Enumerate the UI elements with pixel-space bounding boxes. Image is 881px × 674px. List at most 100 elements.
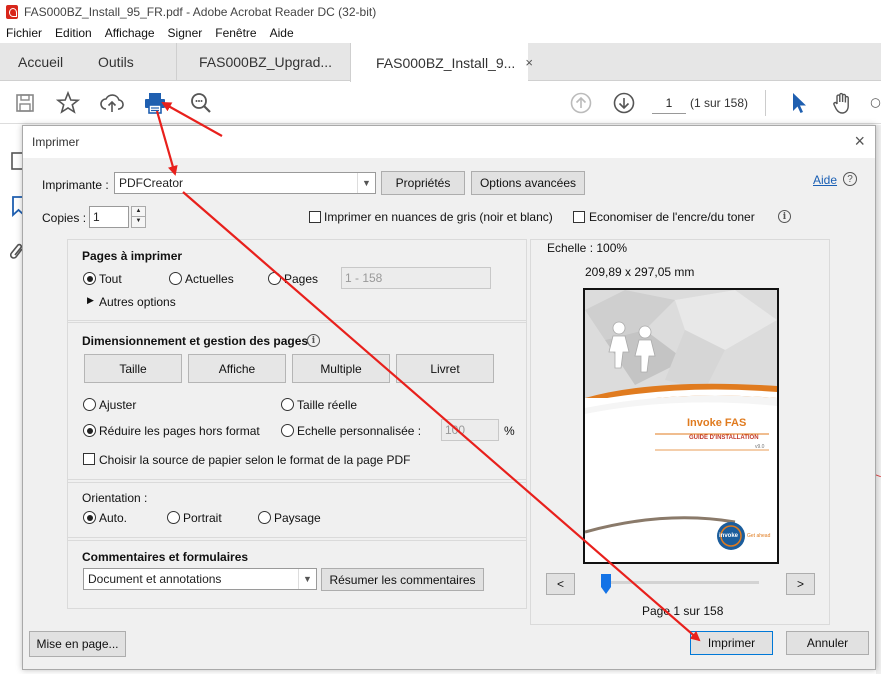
comments-select[interactable]: Document et annotations ▼ bbox=[83, 568, 317, 590]
menu-sign[interactable]: Signer bbox=[168, 26, 203, 40]
save-icon[interactable] bbox=[12, 90, 38, 116]
more-options-toggle[interactable]: Autres options bbox=[99, 295, 176, 309]
page-range-input[interactable]: 1 - 158 bbox=[341, 267, 491, 289]
sizing-info-icon[interactable]: i bbox=[307, 334, 320, 347]
orientation-title: Orientation : bbox=[82, 491, 148, 505]
comments-value: Document et annotations bbox=[88, 572, 222, 586]
preview-doc-version: v9.0 bbox=[755, 444, 765, 450]
current-page-label: Actuelles bbox=[185, 272, 234, 286]
cancel-button[interactable]: Annuler bbox=[786, 631, 869, 655]
toolbar-divider bbox=[765, 90, 766, 116]
tab-bar: Accueil Outils FAS000BZ_Upgrad... FAS000… bbox=[0, 43, 881, 82]
paper-source-label: Choisir la source de papier selon le for… bbox=[99, 453, 411, 467]
radio-actual-size[interactable] bbox=[281, 398, 294, 411]
grayscale-checkbox[interactable] bbox=[309, 211, 321, 223]
radio-custom-scale[interactable] bbox=[281, 424, 294, 437]
tab-label: FAS000BZ_Upgrad... bbox=[199, 54, 333, 70]
dialog-title-bar: Imprimer × bbox=[23, 126, 875, 158]
tab-document-install[interactable]: FAS000BZ_Install_9... × bbox=[350, 43, 533, 82]
upload-cloud-icon[interactable] bbox=[99, 90, 125, 116]
page-number-input[interactable]: 1 bbox=[652, 92, 686, 114]
sizing-section-title: Dimensionnement et gestion des pages bbox=[82, 334, 309, 348]
title-bar: FAS000BZ_Install_95_FR.pdf - Adobe Acrob… bbox=[0, 0, 881, 23]
stepper-down-icon[interactable]: ▼ bbox=[131, 217, 146, 228]
radio-current-page[interactable] bbox=[169, 272, 182, 285]
preview-doc-subtitle: GUIDE D'INSTALLATION bbox=[689, 435, 759, 441]
comments-section-title: Commentaires et formulaires bbox=[82, 550, 249, 564]
star-bookmark-icon[interactable] bbox=[55, 90, 81, 116]
expand-triangle-icon[interactable]: ▶ bbox=[87, 295, 94, 306]
info-icon[interactable]: i bbox=[778, 210, 791, 223]
save-ink-checkbox[interactable] bbox=[573, 211, 585, 223]
menu-file[interactable]: Fichier bbox=[6, 26, 42, 40]
advanced-options-button[interactable]: Options avancées bbox=[471, 171, 585, 195]
preview-logo-text: invoke bbox=[719, 533, 739, 539]
menu-view[interactable]: Affichage bbox=[105, 26, 155, 40]
multiple-button[interactable]: Multiple bbox=[292, 354, 390, 383]
page-preview: Invoke FAS GUIDE D'INSTALLATION v9.0 inv… bbox=[583, 288, 779, 564]
preview-slider-track[interactable] bbox=[601, 581, 759, 584]
previous-page-icon[interactable] bbox=[568, 90, 594, 116]
document-area bbox=[876, 125, 881, 674]
poster-button[interactable]: Affiche bbox=[188, 354, 286, 383]
tab-label: FAS000BZ_Install_9... bbox=[376, 54, 516, 71]
radio-orientation-auto[interactable] bbox=[83, 511, 96, 524]
preview-doc-title: Invoke FAS bbox=[687, 417, 747, 429]
window-title: FAS000BZ_Install_95_FR.pdf - Adobe Acrob… bbox=[24, 4, 377, 19]
printer-label: Imprimante : bbox=[42, 178, 109, 192]
custom-scale-input[interactable]: 100 bbox=[441, 419, 499, 441]
booklet-button[interactable]: Livret bbox=[396, 354, 494, 383]
print-icon[interactable] bbox=[142, 90, 168, 116]
properties-button[interactable]: Propriétés bbox=[381, 171, 465, 195]
actual-size-label: Taille réelle bbox=[297, 398, 358, 412]
zoom-search-icon[interactable] bbox=[188, 90, 214, 116]
next-page-icon[interactable] bbox=[611, 90, 637, 116]
menu-edit[interactable]: Edition bbox=[55, 26, 92, 40]
save-ink-label: Economiser de l'encre/du toner bbox=[589, 210, 755, 224]
printer-select[interactable]: PDFCreator ▼ bbox=[114, 172, 376, 194]
preview-page-info: Page 1 sur 158 bbox=[642, 604, 724, 618]
zoom-out-icon[interactable] bbox=[870, 90, 881, 116]
radio-orientation-landscape[interactable] bbox=[258, 511, 271, 524]
tab-document-upgrade[interactable]: FAS000BZ_Upgrad... bbox=[176, 43, 350, 81]
menu-window[interactable]: Fenêtre bbox=[215, 26, 256, 40]
hand-tool-icon[interactable] bbox=[829, 90, 855, 116]
radio-orientation-portrait[interactable] bbox=[167, 511, 180, 524]
preview-scale: Echelle : 100% bbox=[547, 241, 628, 255]
copies-stepper[interactable]: ▲ ▼ bbox=[131, 206, 146, 228]
copies-input[interactable]: 1 bbox=[89, 206, 129, 228]
copies-label: Copies : bbox=[42, 211, 87, 225]
page-setup-button[interactable]: Mise en page... bbox=[29, 631, 126, 657]
size-button[interactable]: Taille bbox=[84, 354, 182, 383]
left-navigation-rail bbox=[0, 125, 24, 674]
paper-source-checkbox[interactable] bbox=[83, 453, 95, 465]
radio-page-range[interactable] bbox=[268, 272, 281, 285]
help-question-icon[interactable]: ? bbox=[843, 172, 857, 186]
stepper-up-icon[interactable]: ▲ bbox=[131, 206, 146, 217]
close-icon[interactable]: × bbox=[854, 131, 865, 152]
preview-prev-button[interactable]: < bbox=[546, 573, 575, 595]
page-range-label: Pages bbox=[284, 272, 319, 286]
menu-bar: Fichier Edition Affichage Signer Fenêtre… bbox=[0, 23, 881, 43]
orientation-auto-label: Auto. bbox=[99, 511, 128, 525]
radio-shrink-oversized[interactable] bbox=[83, 424, 96, 437]
chevron-down-icon: ▼ bbox=[357, 173, 375, 193]
menu-help[interactable]: Aide bbox=[270, 26, 294, 40]
help-link[interactable]: Aide bbox=[813, 173, 837, 187]
radio-all-pages[interactable] bbox=[83, 272, 96, 285]
shrink-label: Réduire les pages hors format bbox=[99, 424, 260, 438]
print-button[interactable]: Imprimer bbox=[690, 631, 773, 655]
close-tab-icon[interactable]: × bbox=[525, 55, 533, 70]
preview-next-button[interactable]: > bbox=[786, 573, 815, 595]
acrobat-pdf-icon bbox=[6, 4, 18, 19]
select-cursor-icon[interactable] bbox=[785, 90, 811, 116]
radio-fit[interactable] bbox=[83, 398, 96, 411]
tab-tools[interactable]: Outils bbox=[98, 43, 134, 81]
orientation-landscape-label: Paysage bbox=[274, 511, 321, 525]
grayscale-label: Imprimer en nuances de gris (noir et bla… bbox=[324, 210, 553, 224]
chevron-down-icon: ▼ bbox=[298, 569, 316, 589]
tab-home[interactable]: Accueil bbox=[18, 43, 63, 81]
summarize-comments-button[interactable]: Résumer les commentaires bbox=[321, 568, 484, 591]
all-pages-label: Tout bbox=[99, 272, 122, 286]
pages-section-title: Pages à imprimer bbox=[82, 249, 183, 263]
